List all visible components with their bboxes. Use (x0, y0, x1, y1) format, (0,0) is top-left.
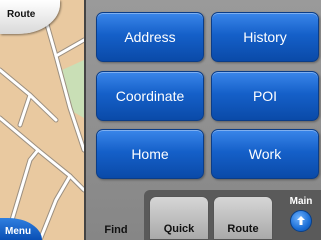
coordinate-button[interactable]: Coordinate (96, 71, 204, 121)
map-view[interactable]: Route Menu (0, 0, 84, 240)
menu-corner-label: Menu (5, 226, 32, 237)
history-button[interactable]: History (211, 12, 319, 62)
home-button[interactable]: Home (96, 129, 204, 179)
work-button[interactable]: Work (211, 129, 319, 179)
tab-quick[interactable]: Quick (149, 196, 209, 240)
main-button[interactable]: Main (284, 194, 318, 238)
main-button-label: Main (289, 196, 313, 207)
back-arrow-icon (290, 210, 312, 232)
address-button[interactable]: Address (96, 12, 204, 62)
route-corner-label: Route (7, 9, 36, 20)
poi-button[interactable]: POI (211, 71, 319, 121)
tab-route[interactable]: Route (213, 196, 273, 240)
tab-find[interactable]: Find (88, 210, 144, 240)
map-roads (0, 0, 84, 240)
